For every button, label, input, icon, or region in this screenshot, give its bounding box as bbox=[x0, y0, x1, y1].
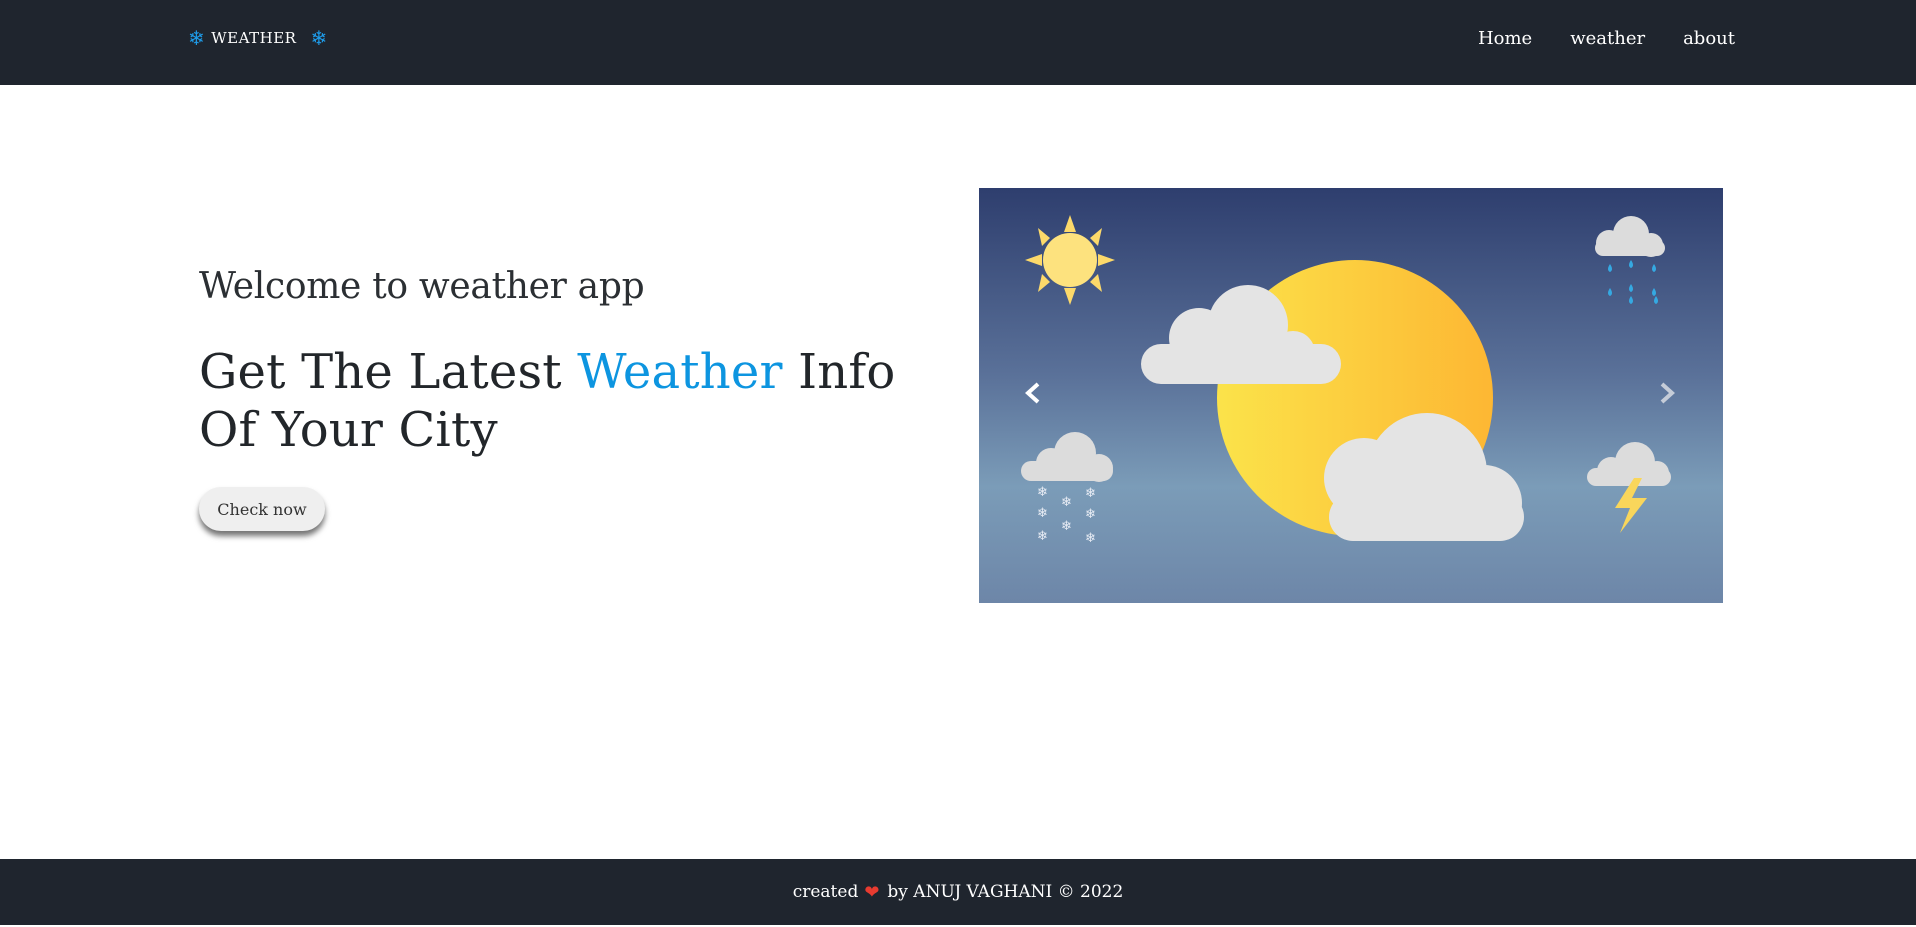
footer: created ❤ by ANUJ VAGHANI © 2022 bbox=[0, 859, 1916, 925]
svg-text:❄: ❄ bbox=[1037, 529, 1048, 544]
welcome-heading: Welcome to weather app bbox=[199, 266, 645, 307]
svg-text:❄: ❄ bbox=[1085, 507, 1096, 522]
snowflake-icon: ❄ bbox=[310, 26, 328, 50]
footer-credit: by ANUJ VAGHANI © 2022 bbox=[887, 882, 1124, 902]
svg-text:❄: ❄ bbox=[1061, 519, 1072, 534]
carousel-slide-image: ❄ ❄ ❄ ❄ ❄ ❄ ❄ ❄ bbox=[979, 188, 1723, 603]
svg-text:❄: ❄ bbox=[1037, 506, 1048, 521]
check-now-button[interactable]: Check now bbox=[199, 487, 325, 531]
svg-text:❄: ❄ bbox=[1085, 531, 1096, 546]
chevron-left-icon bbox=[1025, 382, 1040, 404]
footer-created: created bbox=[792, 882, 859, 902]
hero-headline: Get The Latest Weather Info Of Your City bbox=[199, 343, 959, 459]
sun-icon bbox=[1025, 215, 1115, 305]
nav-link-about[interactable]: about bbox=[1683, 28, 1735, 49]
snowflake-icon: ❄ bbox=[188, 26, 206, 50]
nav-link-weather[interactable]: weather bbox=[1570, 28, 1645, 49]
svg-text:❄: ❄ bbox=[1085, 486, 1096, 501]
headline-start: Get The Latest bbox=[199, 344, 578, 400]
brand-label: WEATHER bbox=[211, 29, 297, 47]
carousel-prev-button[interactable] bbox=[1009, 368, 1059, 418]
weather-carousel: ❄ ❄ ❄ ❄ ❄ ❄ ❄ ❄ bbox=[979, 188, 1723, 603]
nav-links: Home weather about bbox=[1478, 28, 1735, 49]
carousel-next-button[interactable] bbox=[1641, 368, 1691, 418]
svg-text:❄: ❄ bbox=[1037, 485, 1048, 500]
headline-accent: Weather bbox=[577, 344, 783, 400]
heart-icon: ❤ bbox=[864, 881, 880, 903]
brand[interactable]: ❄ WEATHER ❄ bbox=[188, 28, 328, 48]
hero-text: Welcome to weather app Get The Latest We… bbox=[199, 266, 959, 531]
nav-link-home[interactable]: Home bbox=[1478, 28, 1532, 49]
svg-text:❄: ❄ bbox=[1061, 495, 1072, 510]
chevron-right-icon bbox=[1660, 382, 1675, 404]
navbar: ❄ WEATHER ❄ Home weather about bbox=[0, 0, 1916, 85]
